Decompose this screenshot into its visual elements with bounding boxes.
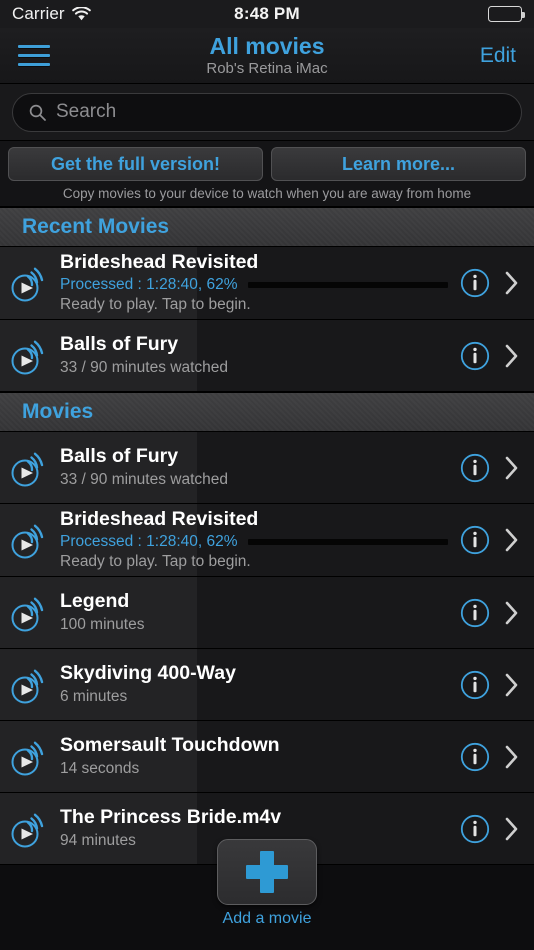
movie-row-body: Skydiving 400-Way 6 minutes (60, 662, 460, 707)
movie-row-actions (460, 268, 534, 298)
movie-title: Balls of Fury (60, 333, 179, 355)
info-circle-icon[interactable] (460, 341, 490, 371)
progress-bar (247, 538, 448, 545)
get-full-version-button[interactable]: Get the full version! (8, 147, 263, 181)
edit-button[interactable]: Edit (480, 44, 516, 68)
status-bar: Carrier 8:48 PM (0, 0, 534, 28)
chevron-right-icon[interactable] (504, 455, 520, 481)
movie-row-actions (460, 341, 534, 371)
promo-bar: Get the full version! Learn more... Copy… (0, 141, 534, 207)
hamburger-line (18, 63, 50, 66)
movie-title: Legend (60, 590, 130, 612)
info-circle-icon[interactable] (460, 742, 490, 772)
info-circle-icon[interactable] (460, 268, 490, 298)
movie-row-actions (460, 598, 534, 628)
movie-row-body: Brideshead Revisited Processed : 1:28:40,… (60, 508, 460, 572)
movie-title: Somersault Touchdown (60, 734, 280, 756)
processed-label: Processed : 1:28:40, 62% (60, 532, 238, 550)
hamburger-line (18, 45, 50, 48)
processing-line: Processed : 1:28:40, 62% (60, 533, 452, 552)
wifi-icon (71, 6, 91, 21)
movie-row-body: Legend 100 minutes (60, 590, 460, 635)
promo-buttons-row: Get the full version! Learn more... (8, 147, 526, 181)
chevron-right-icon[interactable] (504, 816, 520, 842)
stream-play-icon[interactable] (6, 446, 60, 490)
stream-play-icon[interactable] (6, 591, 60, 635)
battery-cap (522, 12, 525, 18)
search-input[interactable]: Search (12, 92, 522, 132)
learn-more-button[interactable]: Learn more... (271, 147, 526, 181)
search-placeholder: Search (56, 101, 117, 122)
movie-row[interactable]: Somersault Touchdown 14 seconds (0, 721, 534, 793)
movie-subtitle: 33 / 90 minutes watched (60, 359, 229, 377)
movie-row-actions (460, 453, 534, 483)
search-icon (29, 104, 46, 121)
stream-play-icon[interactable] (6, 261, 60, 305)
chevron-right-icon[interactable] (504, 527, 520, 553)
stream-play-icon[interactable] (6, 663, 60, 707)
search-bar-container: Search (0, 84, 534, 141)
add-movie-container: Add a movie (0, 839, 534, 928)
movie-row-body: Brideshead Revisited Processed : 1:28:40,… (60, 251, 460, 315)
chevron-right-icon[interactable] (504, 672, 520, 698)
info-circle-icon[interactable] (460, 670, 490, 700)
stream-play-icon[interactable] (6, 735, 60, 779)
hamburger-menu-icon[interactable] (18, 43, 52, 69)
movie-title: Brideshead Revisited (60, 508, 259, 531)
page-subtitle: Rob's Retina iMac (206, 59, 328, 77)
promo-note: Copy movies to your device to watch when… (62, 186, 472, 201)
info-circle-icon[interactable] (460, 453, 490, 483)
stream-play-icon[interactable] (6, 334, 60, 378)
movie-row[interactable]: Brideshead Revisited Processed : 1:28:40,… (0, 504, 534, 577)
app-root: Carrier 8:48 PM All movies Rob's Retina … (0, 0, 534, 950)
movie-title: Brideshead Revisited (60, 251, 259, 274)
processed-label: Processed : 1:28:40, 62% (60, 275, 238, 293)
movie-row-actions (460, 742, 534, 772)
plus-icon (246, 851, 288, 893)
info-circle-icon[interactable] (460, 525, 490, 555)
page-title: All movies (209, 33, 325, 60)
carrier-label: Carrier (12, 4, 65, 23)
movie-row-actions (460, 525, 534, 555)
movie-status: Ready to play. Tap to begin. (60, 296, 251, 314)
movie-row[interactable]: Brideshead Revisited Processed : 1:28:40,… (0, 247, 534, 320)
status-bar-left: Carrier (12, 4, 91, 24)
chevron-right-icon[interactable] (504, 744, 520, 770)
movie-title: The Princess Bride.m4v (60, 806, 282, 828)
status-bar-right (488, 6, 525, 22)
section-header: Recent Movies (0, 207, 534, 247)
processing-line: Processed : 1:28:40, 62% (60, 276, 452, 295)
movie-row[interactable]: Balls of Fury 33 / 90 minutes watched (0, 320, 534, 392)
movie-row[interactable]: Legend 100 minutes (0, 577, 534, 649)
navigation-bar: All movies Rob's Retina iMac Edit (0, 28, 534, 84)
battery-full-icon (488, 6, 525, 22)
add-movie-label: Add a movie (222, 910, 312, 927)
movie-row-body: Balls of Fury 33 / 90 minutes watched (60, 333, 460, 378)
movie-status: Ready to play. Tap to begin. (60, 553, 251, 571)
movie-title: Skydiving 400-Way (60, 662, 236, 684)
movie-row-body: Somersault Touchdown 14 seconds (60, 734, 460, 779)
section-header: Movies (0, 392, 534, 432)
movie-subtitle: 6 minutes (60, 688, 128, 706)
add-movie-button[interactable] (217, 839, 317, 905)
movie-subtitle: 14 seconds (60, 760, 140, 778)
chevron-right-icon[interactable] (504, 600, 520, 626)
chevron-right-icon[interactable] (504, 343, 520, 369)
movie-title: Balls of Fury (60, 445, 179, 467)
movie-row[interactable]: Skydiving 400-Way 6 minutes (0, 649, 534, 721)
stream-play-icon[interactable] (6, 518, 60, 562)
progress-bar (247, 281, 448, 288)
nav-title-block: All movies Rob's Retina iMac (0, 28, 534, 83)
movie-subtitle: 100 minutes (60, 616, 145, 634)
hamburger-line (18, 54, 50, 57)
movie-row-body: Balls of Fury 33 / 90 minutes watched (60, 445, 460, 490)
movie-row[interactable]: Balls of Fury 33 / 90 minutes watched (0, 432, 534, 504)
movie-row-actions (460, 670, 534, 700)
chevron-right-icon[interactable] (504, 270, 520, 296)
info-circle-icon[interactable] (460, 598, 490, 628)
movie-subtitle: 33 / 90 minutes watched (60, 471, 229, 489)
